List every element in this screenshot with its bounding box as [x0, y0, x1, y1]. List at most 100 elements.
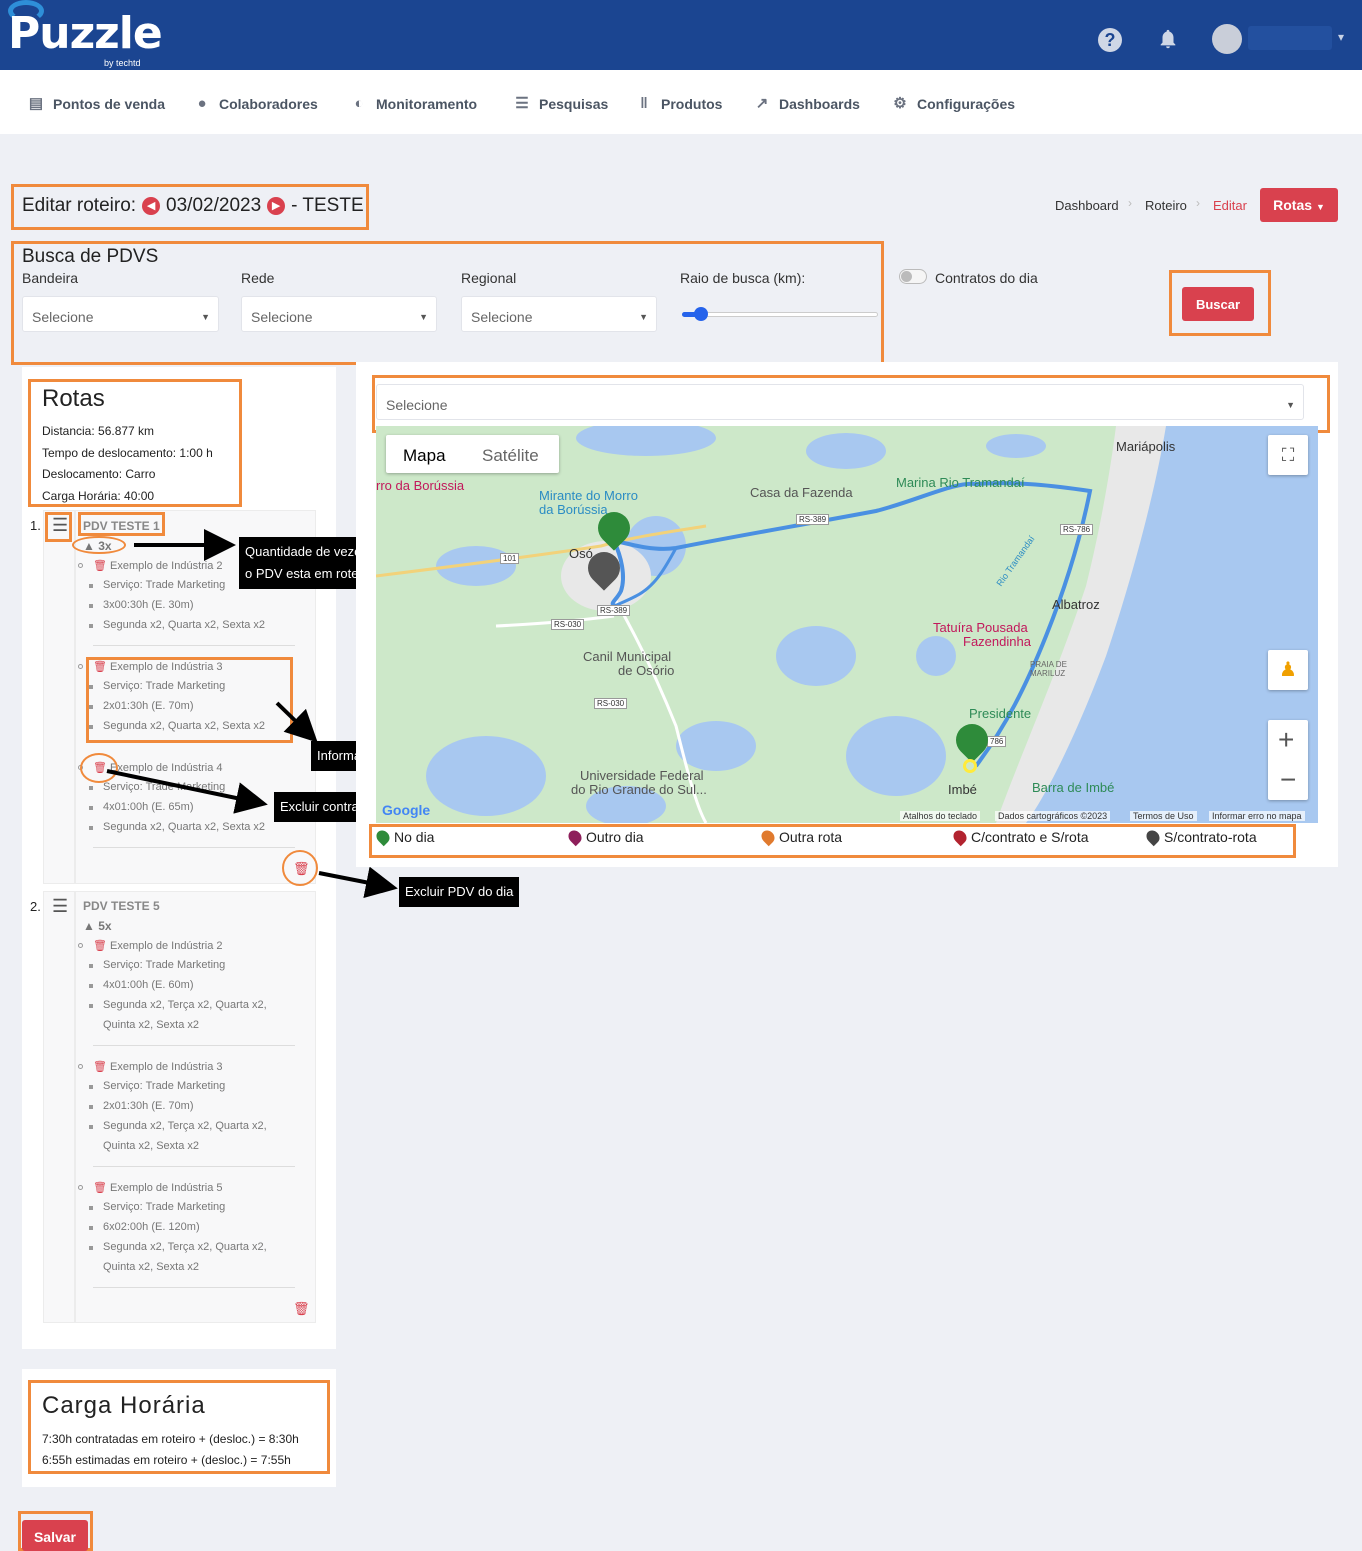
- breadcrumb-dashboard[interactable]: Dashboard: [1055, 198, 1119, 213]
- contract-label: Exemplo de Indústria 2: [110, 560, 223, 572]
- contract-label: Exemplo de Indústria 2: [110, 940, 223, 952]
- place-label: Casa da Fazenda: [750, 485, 853, 500]
- route-select[interactable]: Selecione ▼: [376, 384, 1304, 420]
- contract-dias: Segunda x2, Terça x2, Quarta x2,: [103, 999, 267, 1011]
- pegman-icon[interactable]: ♟: [1268, 650, 1308, 690]
- trash-icon[interactable]: 🗑: [93, 1182, 107, 1194]
- contract-dias: Segunda x2, Quarta x2, Sexta x2: [103, 619, 266, 631]
- place-label: do Rio Grande do Sul...: [571, 782, 707, 797]
- legend-label: No dia: [394, 829, 435, 845]
- legend-label: S/contrato-rota: [1164, 829, 1257, 845]
- map-footer-report[interactable]: Informar erro no mapa: [1209, 811, 1305, 821]
- place-label: Imbé: [948, 782, 977, 797]
- pdv-number: 1.: [30, 518, 41, 533]
- zoom-in-icon[interactable]: +: [1278, 724, 1294, 756]
- prev-date-icon[interactable]: ◀: [142, 197, 161, 215]
- place-label: Tatuíra Pousada: [933, 620, 1028, 635]
- regional-select[interactable]: Selecione ▼: [461, 296, 657, 332]
- avatar[interactable]: [1212, 24, 1242, 54]
- carga-title: Carga Horária: [42, 1392, 206, 1419]
- map-view[interactable]: Mapa Satélite ⛶ ♟ + − Mariápolis Casa da…: [376, 426, 1318, 823]
- bullet: [78, 943, 83, 948]
- place-label: Albatroz: [1052, 597, 1100, 612]
- buscar-button[interactable]: Buscar: [1182, 287, 1254, 321]
- help-icon[interactable]: ?: [1098, 28, 1122, 52]
- chevron-down-icon[interactable]: ▾: [1338, 30, 1344, 44]
- app-logo[interactable]: Puzzle: [8, 8, 163, 60]
- salvar-button[interactable]: Salvar: [22, 1520, 88, 1551]
- trash-icon[interactable]: 🗑: [93, 940, 107, 952]
- marker-gray-icon: [1143, 827, 1163, 847]
- contratos-toggle-knob: [901, 271, 912, 282]
- legend-outra-rota: Outra rota: [758, 827, 842, 847]
- nav-pontos-de-venda[interactable]: ▤ Pontos de venda: [27, 94, 165, 114]
- nav-label: Colaboradores: [219, 96, 318, 112]
- map-footer-terms[interactable]: Termos de Uso: [1130, 811, 1197, 821]
- tab-satelite[interactable]: Satélite: [482, 446, 539, 466]
- raio-slider-handle[interactable]: [694, 307, 708, 321]
- trash-icon[interactable]: 🗑: [93, 560, 107, 572]
- place-label: Mirante do Morro: [539, 488, 638, 503]
- select-value: Selecione: [251, 309, 313, 325]
- bullet: [89, 1085, 93, 1089]
- pdv-count-value: 5x: [98, 919, 112, 933]
- breadcrumb-separator: ›: [1196, 196, 1200, 210]
- contract-servico: Serviço: Trade Marketing: [103, 781, 226, 793]
- nav-dashboards[interactable]: ↗ Dashboards: [753, 94, 860, 114]
- top-bar: Puzzle by techtd ? ▾: [0, 0, 1362, 70]
- nav-pesquisas[interactable]: ☰ Pesquisas: [513, 94, 608, 114]
- rotas-dropdown-button[interactable]: Rotas ▼: [1260, 188, 1338, 222]
- contract-servico: Serviço: Trade Marketing: [103, 1080, 226, 1092]
- bell-icon[interactable]: [1157, 28, 1179, 50]
- contract-tempo: 2x01:30h (E. 70m): [103, 1100, 194, 1112]
- page-title: Editar roteiro: ◀ 03/02/2023 ▶ - TESTE: [22, 195, 364, 217]
- road-label: 786: [987, 736, 1007, 747]
- nav-produtos[interactable]: ‖ Produtos: [635, 94, 722, 114]
- annotation-box: [78, 512, 165, 536]
- user-name[interactable]: [1248, 26, 1332, 50]
- contract-name: 🗑 Exemplo de Indústria 3: [93, 1060, 223, 1073]
- contract-dias: Segunda x2, Quarta x2, Sexta x2: [103, 821, 266, 833]
- legend-no-dia: No dia: [373, 827, 435, 847]
- trash-icon[interactable]: 🗑: [93, 1061, 107, 1073]
- chevron-down-icon: ▼: [639, 312, 648, 322]
- bullet: [89, 1226, 93, 1230]
- raio-slider[interactable]: [682, 312, 878, 317]
- chevron-down-icon: ▼: [1286, 400, 1295, 410]
- breadcrumb-roteiro[interactable]: Roteiro: [1145, 198, 1187, 213]
- fullscreen-icon[interactable]: ⛶: [1268, 435, 1308, 475]
- select-value: Selecione: [32, 309, 94, 325]
- nav-colaboradores[interactable]: ● Colaboradores: [193, 94, 318, 114]
- contract-label: Exemplo de Indústria 5: [110, 1182, 223, 1194]
- nav-label: Configurações: [917, 96, 1016, 112]
- select-value: Selecione: [386, 397, 448, 413]
- bullet: [89, 624, 93, 628]
- map-footer-shortcuts[interactable]: Atalhos do teclado: [900, 811, 981, 821]
- title-suffix: - TESTE: [291, 195, 364, 216]
- caret-down-icon: ▼: [1315, 202, 1325, 212]
- zoom-out-icon[interactable]: −: [1280, 764, 1296, 796]
- contract-tempo: 3x00:30h (E. 30m): [103, 599, 194, 611]
- bullet: [78, 1064, 83, 1069]
- road-label: RS-030: [594, 698, 628, 709]
- users-icon: ●: [197, 95, 207, 112]
- store-icon: ▤: [28, 95, 44, 112]
- bandeira-select[interactable]: Selecione ▼: [22, 296, 219, 332]
- search-title: Busca de PDVS: [22, 246, 159, 267]
- drag-handle-icon[interactable]: ☰: [52, 897, 68, 915]
- place-label: MARILUZ: [1030, 669, 1066, 678]
- rede-select[interactable]: Selecione ▼: [241, 296, 437, 332]
- nav-configuracoes[interactable]: ⚙ Configurações: [891, 94, 1015, 114]
- tab-mapa[interactable]: Mapa: [403, 446, 446, 466]
- divider: [93, 1287, 295, 1288]
- delete-pdv-icon[interactable]: 🗑: [293, 1301, 310, 1317]
- pdv-name: PDV TESTE 5: [83, 899, 160, 913]
- nav-label: Monitoramento: [376, 96, 478, 112]
- place-label: Universidade Federal: [580, 768, 704, 783]
- next-date-icon[interactable]: ▶: [267, 197, 286, 215]
- chevron-down-icon: ▼: [419, 312, 428, 322]
- nav-monitoramento[interactable]: ◐ Monitoramento: [350, 94, 477, 114]
- logo-subtitle: by techtd: [104, 58, 141, 68]
- breadcrumb-editar: Editar: [1213, 198, 1247, 213]
- rede-label: Rede: [241, 270, 275, 286]
